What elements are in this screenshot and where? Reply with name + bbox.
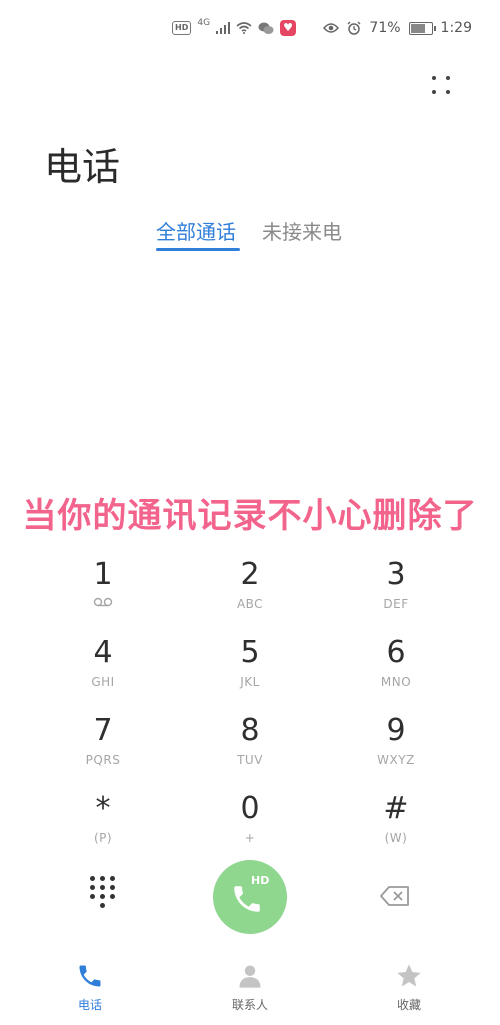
key-3[interactable]: 3 DEF bbox=[341, 558, 451, 626]
key-letters: ABC bbox=[236, 597, 264, 611]
key-digit: 6 bbox=[386, 635, 406, 670]
status-left-icons: HD 4G ♥ bbox=[172, 18, 297, 36]
hd-voice-badge: HD bbox=[172, 21, 192, 35]
key-digit: 0 bbox=[240, 791, 260, 826]
phone-icon bbox=[234, 886, 260, 912]
voicemail-icon bbox=[93, 597, 113, 607]
key-4[interactable]: 4 GHI bbox=[48, 636, 158, 704]
dot-icon bbox=[90, 876, 95, 881]
key-digit: 5 bbox=[240, 635, 260, 670]
call-button[interactable]: HD bbox=[213, 860, 287, 934]
key-letters: (W) bbox=[384, 831, 408, 845]
page-title: 电话 bbox=[44, 145, 121, 189]
nav-item-label: 收藏 bbox=[396, 998, 421, 1012]
backspace-icon bbox=[380, 886, 409, 906]
clock: 1:29 bbox=[440, 20, 472, 36]
overlay-caption: 当你的通讯记录不小心删除了 bbox=[22, 496, 478, 536]
dot-icon bbox=[90, 885, 95, 890]
eye-comfort-icon bbox=[323, 23, 340, 33]
active-tab-indicator bbox=[156, 248, 240, 251]
person-icon bbox=[239, 965, 261, 988]
bottom-navigation: 电话 联系人 收藏 bbox=[0, 962, 500, 1025]
battery-percent: 71% bbox=[369, 20, 401, 36]
key-digit: 7 bbox=[93, 713, 113, 748]
cellular-signal-icon bbox=[216, 22, 231, 34]
alarm-icon bbox=[347, 21, 361, 35]
battery-icon bbox=[408, 21, 436, 35]
more-dot-icon bbox=[432, 76, 436, 80]
status-bar: HD 4G ♥ 71% 1:29 bbox=[0, 0, 500, 60]
key-1[interactable]: 1 bbox=[48, 558, 158, 626]
tab-all-calls[interactable]: 全部通话 bbox=[156, 216, 236, 245]
key-letters: MNO bbox=[380, 675, 412, 689]
more-dot-icon bbox=[432, 90, 436, 94]
key-8[interactable]: 8 TUV bbox=[195, 714, 305, 782]
backspace-button[interactable] bbox=[380, 886, 410, 906]
dot-icon bbox=[100, 885, 105, 890]
phone-icon bbox=[79, 965, 101, 987]
key-6[interactable]: 6 MNO bbox=[341, 636, 451, 704]
key-letters: (P) bbox=[93, 831, 113, 845]
more-options-button[interactable] bbox=[428, 72, 458, 102]
dot-icon bbox=[110, 876, 115, 881]
wechat-icon bbox=[258, 22, 274, 34]
key-star[interactable]: * (P) bbox=[48, 792, 158, 860]
key-0[interactable]: 0 + bbox=[195, 792, 305, 860]
key-9[interactable]: 9 WXYZ bbox=[341, 714, 451, 782]
dot-icon bbox=[110, 894, 115, 899]
dot-icon bbox=[90, 894, 95, 899]
key-digit: 4 bbox=[93, 635, 113, 670]
key-7[interactable]: 7 PQRS bbox=[48, 714, 158, 782]
star-icon bbox=[397, 964, 421, 987]
dialpad-toggle-button[interactable] bbox=[88, 876, 118, 910]
more-dot-icon bbox=[446, 90, 450, 94]
network-type-label: 4G bbox=[197, 18, 211, 28]
key-digit: 9 bbox=[386, 713, 406, 748]
status-right-icons: 71% 1:29 bbox=[323, 20, 472, 36]
tab-missed-calls[interactable]: 未接来电 bbox=[262, 216, 342, 245]
key-digit: 3 bbox=[386, 557, 406, 592]
key-hash[interactable]: # (W) bbox=[341, 792, 451, 860]
key-digit: * bbox=[95, 791, 111, 826]
wifi-icon bbox=[236, 22, 252, 34]
nav-item-label: 电话 bbox=[77, 998, 102, 1012]
key-letters: + bbox=[244, 831, 256, 845]
call-hd-badge: HD bbox=[251, 874, 270, 887]
key-5[interactable]: 5 JKL bbox=[195, 636, 305, 704]
key-letters: TUV bbox=[237, 753, 263, 767]
nav-item-favorites[interactable]: 收藏 bbox=[369, 962, 449, 1013]
key-letters: GHI bbox=[91, 675, 115, 689]
dot-icon bbox=[100, 903, 105, 908]
more-dot-icon bbox=[446, 76, 450, 80]
key-2[interactable]: 2 ABC bbox=[195, 558, 305, 626]
key-letters: PQRS bbox=[85, 753, 121, 767]
app-notification-icon: ♥ bbox=[280, 20, 297, 36]
dot-icon bbox=[100, 876, 105, 881]
dialer-controls: HD bbox=[0, 858, 500, 938]
key-digit: 8 bbox=[240, 713, 260, 748]
nav-item-label: 联系人 bbox=[231, 998, 268, 1012]
nav-item-phone[interactable]: 电话 bbox=[50, 962, 130, 1013]
key-letters: WXYZ bbox=[377, 753, 415, 767]
dot-icon bbox=[100, 894, 105, 899]
dot-icon bbox=[110, 885, 115, 890]
key-digit: # bbox=[383, 791, 409, 826]
key-digit: 2 bbox=[240, 557, 260, 592]
key-digit: 1 bbox=[93, 557, 113, 592]
key-letters: DEF bbox=[383, 597, 409, 611]
key-letters: JKL bbox=[240, 675, 260, 689]
nav-item-contacts[interactable]: 联系人 bbox=[210, 962, 290, 1013]
